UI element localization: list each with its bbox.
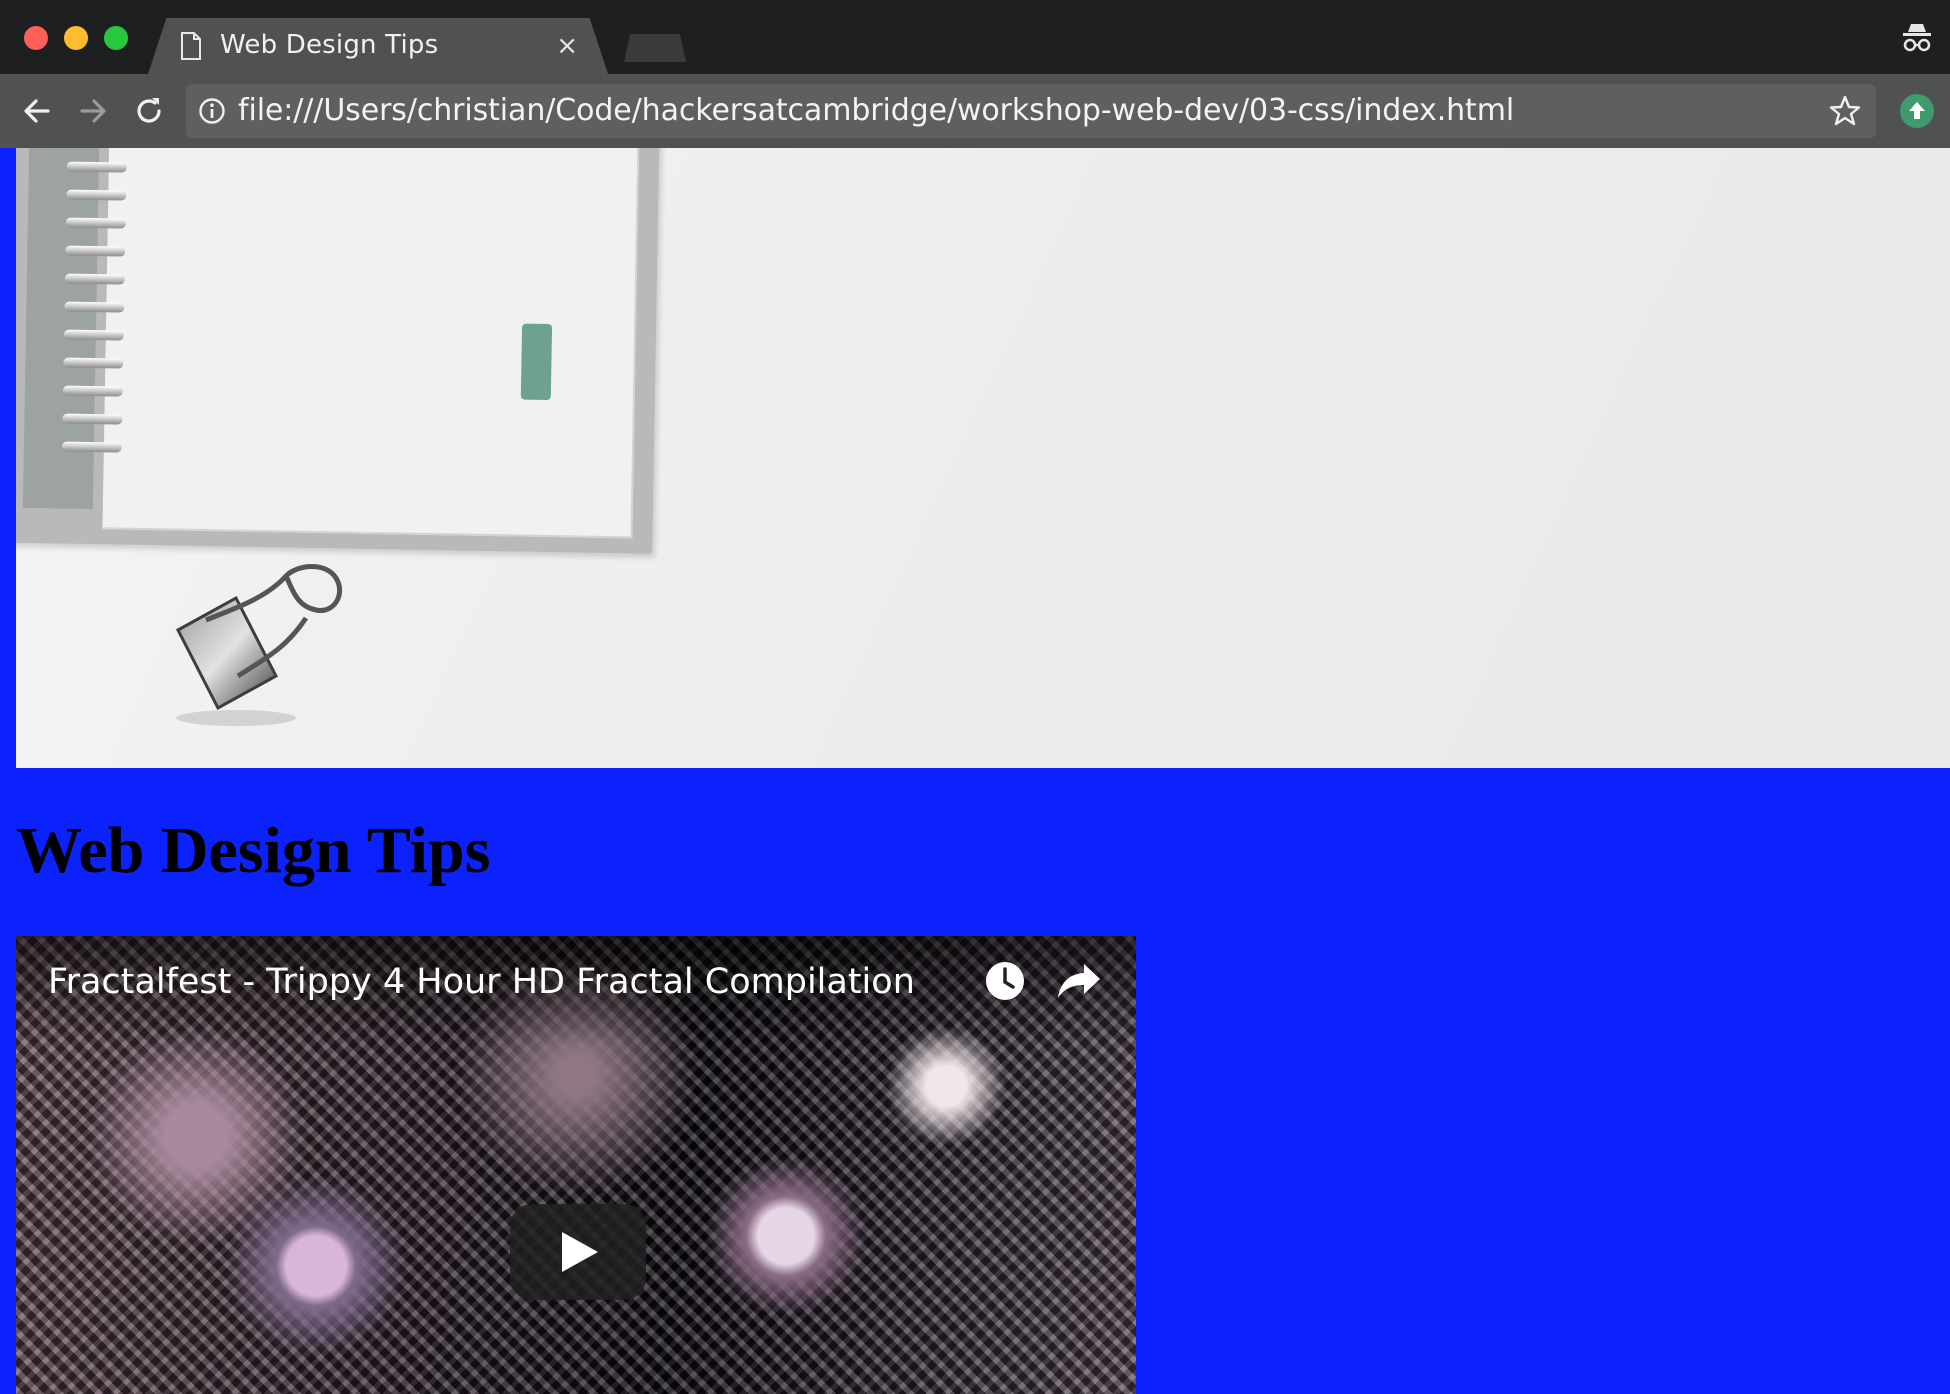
back-arrow-icon[interactable] — [18, 92, 56, 130]
share-arrow-icon[interactable] — [1056, 960, 1102, 1002]
reload-icon[interactable] — [130, 92, 168, 130]
star-icon[interactable] — [1828, 94, 1862, 128]
address-bar[interactable]: file:///Users/christian/Code/hackersatca… — [186, 84, 1876, 138]
hero-image — [16, 148, 1950, 768]
tab-web-design-tips[interactable]: Web Design Tips × — [148, 18, 608, 74]
video-title-link[interactable]: Fractalfest - Trippy 4 Hour HD Fractal C… — [48, 962, 915, 1002]
url-text[interactable]: file:///Users/christian/Code/hackersatca… — [238, 93, 1514, 128]
youtube-embed[interactable]: Fractalfest - Trippy 4 Hour HD Fractal C… — [16, 936, 1136, 1394]
play-icon — [562, 1232, 598, 1272]
info-icon[interactable] — [198, 97, 226, 125]
forward-arrow-icon[interactable] — [74, 92, 112, 130]
close-window-button[interactable] — [24, 26, 48, 50]
browser-window: Web Design Tips × file:///Users/christia… — [0, 0, 1950, 1394]
browser-toolbar: file:///Users/christian/Code/hackersatca… — [0, 74, 1950, 148]
page-viewport: Web Design Tips Fractalfest - Trippy 4 H… — [0, 148, 1950, 1394]
play-button[interactable] — [510, 1204, 646, 1300]
extension-icon[interactable] — [1900, 94, 1934, 128]
clock-icon[interactable] — [984, 960, 1026, 1002]
new-tab-button[interactable] — [624, 34, 686, 62]
upload-arrow-icon — [1909, 102, 1925, 119]
notebook-image — [16, 148, 660, 554]
tab-close-icon[interactable]: × — [556, 31, 578, 61]
incognito-icon[interactable] — [1900, 20, 1934, 54]
zoom-window-button[interactable] — [104, 26, 128, 50]
page-icon — [181, 32, 201, 60]
minimize-window-button[interactable] — [64, 26, 88, 50]
tab-title: Web Design Tips — [220, 30, 439, 60]
page-title: Web Design Tips — [16, 814, 491, 887]
tab-bar: Web Design Tips × — [0, 0, 1950, 74]
binder-clip-image — [176, 564, 343, 726]
